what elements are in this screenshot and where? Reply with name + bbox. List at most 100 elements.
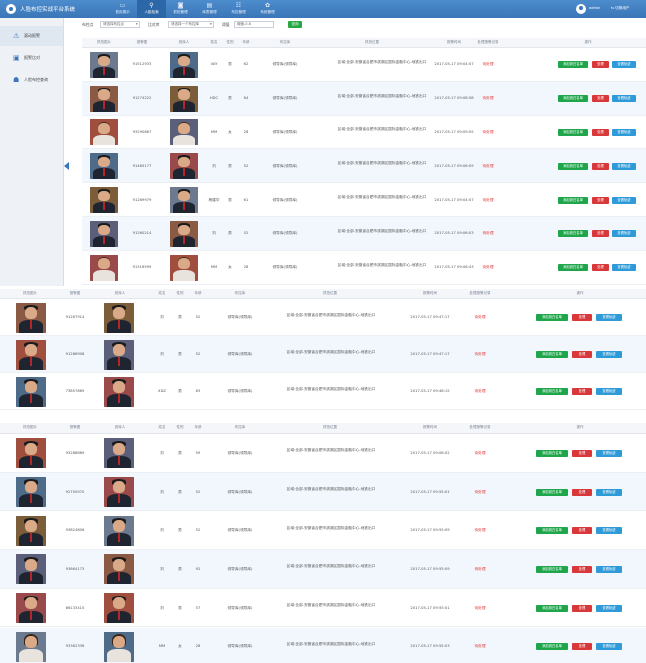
face-photo [104,477,134,508]
alarm-time: 2017-05-17 09:06:03 [434,231,474,236]
handle-button[interactable]: 处理 [572,643,592,651]
status-badge: 待处理 [482,129,494,134]
add-to-whitelist-button[interactable]: 添加到白名单 [558,128,588,136]
handle-button[interactable]: 处理 [572,604,592,612]
handle-button[interactable]: 处理 [592,61,609,69]
status-badge: 待处理 [482,163,494,168]
view-track-button[interactable]: 查看轨迹 [596,314,622,321]
logout-link[interactable]: ⇆ 切换用户 [611,6,630,11]
collapse-sidebar-icon[interactable] [64,162,69,170]
nav-item-search[interactable]: ⚲ 人脸检索 [137,0,166,18]
person-gender: 男 [228,96,232,101]
face-photo [16,593,46,624]
add-to-whitelist-button[interactable]: 添加到白名单 [536,488,568,496]
alarm-time: 2017-05-17 09:08:02 [410,450,450,455]
add-to-whitelist-button[interactable]: 添加到白名单 [536,565,568,573]
view-track-button[interactable]: 查看轨迹 [596,604,622,612]
handle-button[interactable]: 处理 [572,565,592,573]
add-to-whitelist-button[interactable]: 添加到白名单 [558,264,588,272]
column-header: 性别 [176,291,184,295]
view-track-button[interactable]: 查看轨迹 [596,643,622,651]
photo-body [19,649,43,662]
handle-button[interactable]: 处理 [592,196,609,204]
handle-button[interactable]: 处理 [572,488,592,496]
person-gender: 男 [178,605,182,610]
face-photo [90,220,118,247]
handle-button[interactable]: 处理 [572,527,592,535]
photo-face [25,558,37,571]
view-track-button[interactable]: 查看轨迹 [612,61,636,69]
nav-item-gear[interactable]: ✿ 系统管理 [253,0,282,18]
library-filter-select[interactable]: 请选择一个布控库 [168,21,214,28]
nav-item-database[interactable]: ▤ 库表管理 [195,0,224,18]
handle-button[interactable]: 处理 [592,264,609,272]
capture-location: 区域:全部-安徽省合肥市滨湖区国际金融中心-地铁出口 [286,448,376,453]
add-to-whitelist-button[interactable]: 添加到白名单 [558,230,588,238]
add-to-whitelist-button[interactable]: 添加到白名单 [558,95,588,103]
handle-button[interactable]: 处理 [572,314,592,321]
table-header: 抓拍图片 报警图 底库人 姓名 性别 年龄 布控库 抓拍位置 报警时间 处理报警记录 操作 [0,289,646,299]
camera-filter-label: 布控点 [82,22,94,27]
view-track-button[interactable]: 查看轨迹 [596,488,622,496]
alarm-time: 2017-05-17 09:47:17 [410,315,450,319]
photo-tie [182,202,186,210]
photo-face [98,55,110,66]
view-track-button[interactable]: 查看轨迹 [596,449,622,457]
alarm-time: 2017-05-17 09:55:01 [410,605,450,610]
handle-button[interactable]: 处理 [592,230,609,238]
view-track-button[interactable]: 查看轨迹 [612,196,636,204]
compare-icon: ▣ [13,54,20,62]
add-to-whitelist-button[interactable]: 添加到白名单 [536,314,568,321]
library-name: 领导库(领导库) [227,352,253,356]
capture-location: 区域:全部-安徽省合肥市滨湖区国际金融中心-地铁出口 [337,59,427,64]
photo-tie [102,235,106,244]
nav-item-label: 系统管理 [260,10,275,14]
view-track-button[interactable]: 查看轨迹 [612,230,636,238]
nav-item-grid[interactable]: ☷ 布控管理 [224,0,253,18]
view-track-button[interactable]: 查看轨迹 [612,264,636,272]
nav-item-monitor[interactable]: ▭ 首页展示 [108,0,137,18]
threshold-input[interactable]: 阈值-0.8 [234,21,274,28]
user-avatar-icon[interactable] [576,4,586,14]
view-track-button[interactable]: 查看轨迹 [612,95,636,103]
nav-item-camera[interactable]: ◙ 抓拍管理 [166,0,195,18]
status-badge: 待处理 [474,605,486,610]
view-track-button[interactable]: 查看轨迹 [612,128,636,136]
add-to-whitelist-button[interactable]: 添加到白名单 [536,604,568,612]
alarm-id: 93824806 [65,528,85,533]
add-to-whitelist-button[interactable]: 添加到白名单 [558,61,588,69]
person-age: 52 [243,163,249,168]
table-row: 91274222 HDC 男 64 领导库(领导库) 2017-05-17 09:08:5… [82,81,646,116]
table-row: 86133415 刘 男 57 领导库(领导库) 2017-05-17 09:55:01 区… [0,588,646,628]
photo-tie [102,168,106,177]
camera-filter-select[interactable]: 请选择布控点 [100,21,140,28]
search-button[interactable]: 查询 [288,21,302,28]
add-to-whitelist-button[interactable]: 添加到白名单 [536,388,568,395]
library-name: 领导库(领导库) [227,389,253,393]
sidebar-item-2[interactable]: ☗ 人脸布控查询 [0,70,63,90]
add-to-whitelist-button[interactable]: 添加到白名单 [536,643,568,651]
add-to-whitelist-button[interactable]: 添加到白名单 [536,351,568,358]
add-to-whitelist-button[interactable]: 添加到白名单 [536,527,568,535]
handle-button[interactable]: 处理 [572,449,592,457]
view-track-button[interactable]: 查看轨迹 [596,565,622,573]
add-to-whitelist-button[interactable]: 添加到白名单 [558,162,588,170]
user-name[interactable]: admin [589,6,600,10]
view-track-button[interactable]: 查看轨迹 [596,351,622,358]
sidebar-item-0[interactable]: ⚠ 滚动报警 [0,26,63,46]
sidebar-item-1[interactable]: ▣ 报警比对 [0,48,63,68]
column-header: 处理报警记录 [469,291,491,295]
photo-tie [29,393,33,403]
view-track-button[interactable]: 查看轨迹 [596,388,622,395]
handle-button[interactable]: 处理 [572,351,592,358]
view-track-button[interactable]: 查看轨迹 [612,162,636,170]
add-to-whitelist-button[interactable]: 添加到白名单 [558,196,588,204]
view-track-button[interactable]: 查看轨迹 [596,527,622,535]
alarm-id: 92750970 [65,489,85,494]
handle-button[interactable]: 处理 [592,162,609,170]
handle-button[interactable]: 处理 [592,95,609,103]
capture-location: 区域:全部-安徽省合肥市滨湖区国际金融中心-地铁出口 [337,195,427,200]
handle-button[interactable]: 处理 [572,388,592,395]
handle-button[interactable]: 处理 [592,128,609,136]
add-to-whitelist-button[interactable]: 添加到白名单 [536,449,568,457]
